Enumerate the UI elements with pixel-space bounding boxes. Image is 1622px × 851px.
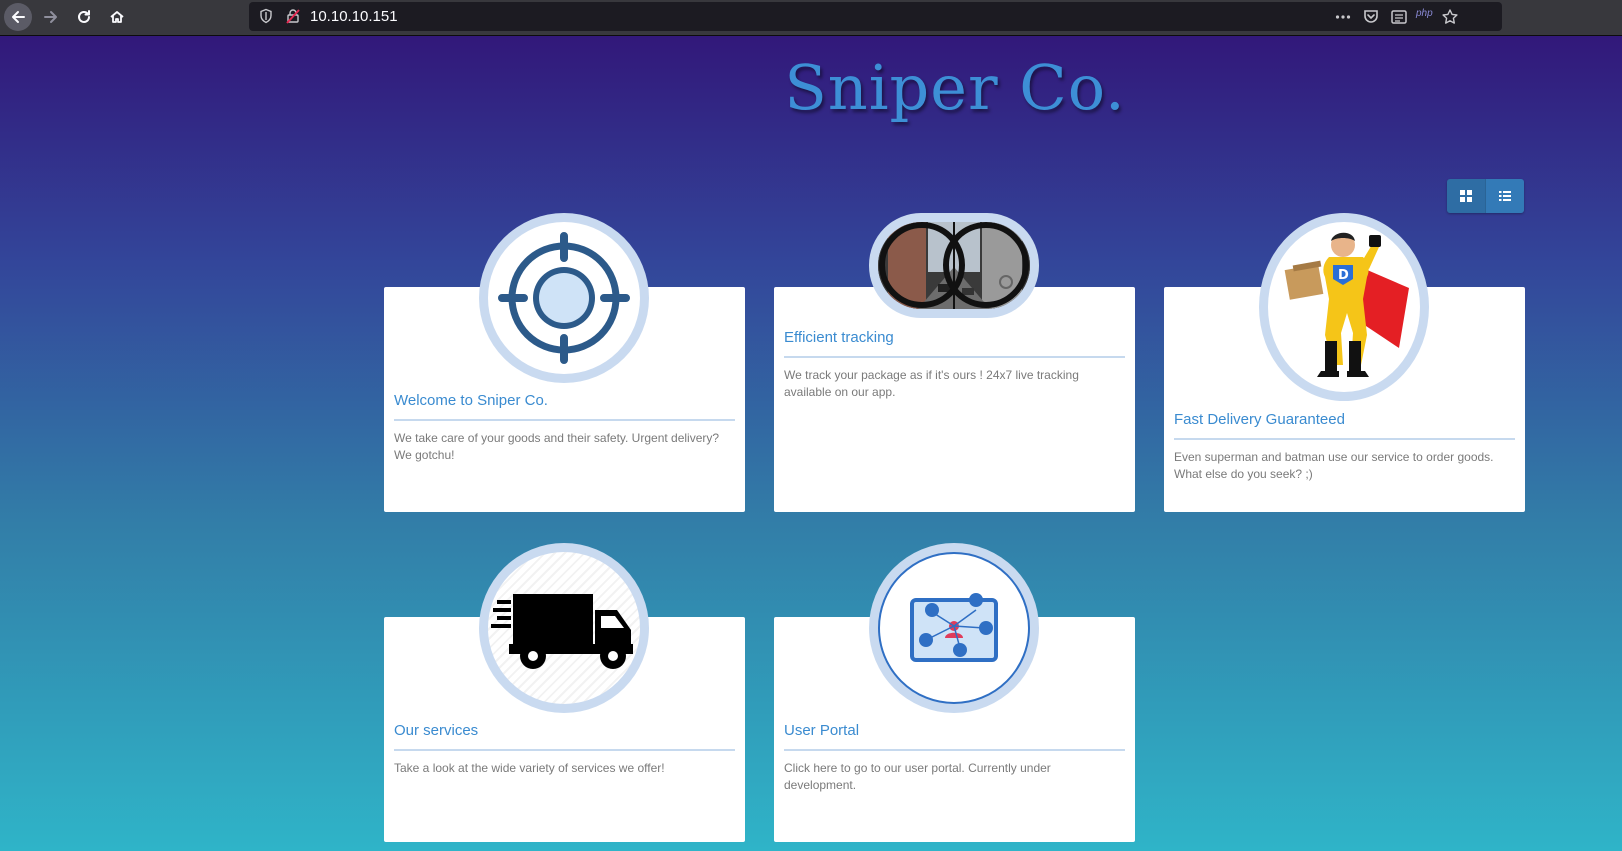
card-image-fast-delivery[interactable]: D [1259,213,1429,401]
page-body: Sniper Co. Welcome to Sniper Co. We take… [0,36,1622,851]
card-image-tracking[interactable] [869,213,1039,318]
address-bar[interactable]: 10.10.10.151 php [249,2,1502,31]
reader-view-icon[interactable] [1390,8,1408,26]
insecure-lock-icon[interactable] [285,8,301,24]
card-text: We track your package as if it's ours ! … [784,368,1079,399]
site-title: Sniper Co. [784,51,1126,124]
list-view-button[interactable] [1486,179,1524,213]
url-text[interactable]: 10.10.10.151 [310,8,398,25]
card-image-services[interactable] [479,543,649,713]
home-button[interactable] [103,3,131,31]
tracking-shield-icon[interactable] [258,8,274,24]
home-icon [110,11,124,23]
pocket-icon[interactable] [1362,8,1380,26]
card-text: Click here to go to our user portal. Cur… [784,761,1051,792]
card-image-user-portal[interactable] [869,543,1039,713]
card-title[interactable]: Fast Delivery Guaranteed [1174,411,1515,440]
php-extension-badge[interactable]: php [1416,8,1433,19]
card-image-welcome[interactable] [479,213,649,383]
list-icon [1499,191,1511,201]
card-title[interactable]: Efficient tracking [784,329,1125,358]
scope-photo [878,222,1030,309]
truck-icon [491,594,633,669]
card-text: Take a look at the wide variety of servi… [394,761,665,775]
view-toggle [1447,179,1524,213]
more-actions-icon[interactable] [1334,8,1352,26]
reload-button[interactable] [70,3,98,31]
card-tracking[interactable]: Efficient tracking We track your package… [774,287,1135,512]
svg-text:D: D [1338,268,1349,283]
portal-network-icon [910,593,998,662]
superhero-illustration: D [1284,232,1409,377]
grid-icon [1460,190,1472,202]
grid-view-button[interactable] [1447,179,1486,213]
arrow-left-icon [12,11,25,23]
forward-button[interactable] [37,3,65,31]
card-title[interactable]: User Portal [784,722,1125,751]
card-title[interactable]: Welcome to Sniper Co. [394,392,735,421]
arrow-right-icon [44,11,57,23]
reload-icon [78,10,90,23]
card-title[interactable]: Our services [394,722,735,751]
card-text: We take care of your goods and their saf… [394,431,720,462]
card-text: Even superman and batman use our service… [1174,450,1494,481]
bookmark-star-icon[interactable] [1441,8,1459,26]
back-button[interactable] [4,3,32,31]
browser-toolbar: 10.10.10.151 php [0,0,1622,36]
crosshair-icon [498,232,630,364]
